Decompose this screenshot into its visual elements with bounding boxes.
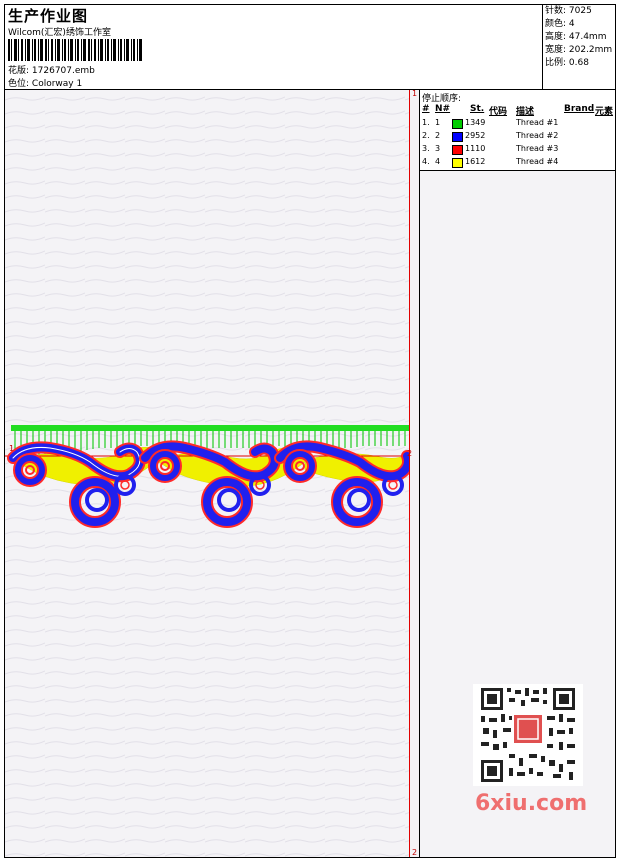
design-width: 宽度: 202.2mm xyxy=(545,45,613,55)
row-desc: Thread #1 xyxy=(516,118,559,127)
col-st: St. xyxy=(470,104,485,114)
row-n: 4 xyxy=(435,157,441,166)
stats-panel: 针数: 7025 颜色: 4 高度: 47.4mm 宽度: 202.2mm 比例… xyxy=(542,5,615,89)
marker-top: 1 xyxy=(412,89,418,98)
row-index: 4. xyxy=(422,157,430,166)
marker-bottom: 2 xyxy=(412,848,418,857)
col-code: 代码 xyxy=(489,107,508,117)
col-n: N# xyxy=(435,104,451,114)
row-desc: Thread #4 xyxy=(516,157,559,166)
company-name: Wilcom(汇宏)绣饰工作室 xyxy=(8,28,111,38)
table-row: 3. 3 1110 Thread #3 xyxy=(420,144,615,157)
worksheet: 生产作业图 Wilcom(汇宏)绣饰工作室 花版: 1726707.emb 色位… xyxy=(4,4,616,858)
colorway: 色位: Colorway 1 xyxy=(8,76,82,89)
col-brand: Brand xyxy=(564,104,595,114)
marker-right: 2 xyxy=(407,449,413,458)
page-title: 生产作业图 xyxy=(8,7,89,25)
col-desc: 描述 xyxy=(516,107,535,117)
row-index: 2. xyxy=(422,131,430,140)
barcode xyxy=(8,39,142,61)
row-desc: Thread #3 xyxy=(516,144,559,153)
colorway-value: Colorway 1 xyxy=(31,79,83,89)
row-code: 1349 xyxy=(465,118,486,127)
col-hash: # xyxy=(422,104,430,114)
design-scale: 比例: 0.68 xyxy=(545,58,589,68)
marker-left: 1 xyxy=(9,444,15,453)
stop-sequence-panel: 停止顺序: # N# St. 代码 描述 Brand 元素 1. 1 1349 … xyxy=(420,90,615,171)
hoop-boundary-line xyxy=(409,90,410,857)
design-height: 高度: 47.4mm xyxy=(545,32,607,42)
colorway-label: 色位: xyxy=(8,79,30,89)
qr-code xyxy=(473,684,583,786)
color-count: 颜色: 4 xyxy=(545,19,575,29)
design-file: 花版: 1726707.emb xyxy=(8,63,95,76)
col-element: 元素 xyxy=(595,107,614,117)
row-code: 1612 xyxy=(465,157,486,166)
color-swatch xyxy=(452,119,463,129)
row-index: 1. xyxy=(422,118,430,127)
table-row: 1. 1 1349 Thread #1 xyxy=(420,118,615,131)
row-n: 1 xyxy=(435,118,441,127)
stitch-count: 针数: 7025 xyxy=(545,6,592,16)
design-canvas xyxy=(5,90,409,857)
row-n: 2 xyxy=(435,131,441,140)
design-label: 花版: xyxy=(8,66,30,76)
table-row: 2. 2 2952 Thread #2 xyxy=(420,131,615,144)
brand-logo: 6xiu.com xyxy=(475,791,588,816)
table-row: 4. 4 1612 Thread #4 xyxy=(420,157,615,170)
row-desc: Thread #2 xyxy=(516,131,559,140)
panel-divider xyxy=(419,90,420,857)
row-n: 3 xyxy=(435,144,441,153)
color-swatch xyxy=(452,145,463,155)
color-swatch xyxy=(452,158,463,168)
row-code: 2952 xyxy=(465,131,486,140)
header: 生产作业图 Wilcom(汇宏)绣饰工作室 花版: 1726707.emb 色位… xyxy=(5,5,615,90)
row-index: 3. xyxy=(422,144,430,153)
color-swatch xyxy=(452,132,463,142)
stop-sequence-title: 停止顺序: xyxy=(422,94,462,104)
design-value: 1726707.emb xyxy=(31,66,95,76)
row-code: 1110 xyxy=(465,144,486,153)
